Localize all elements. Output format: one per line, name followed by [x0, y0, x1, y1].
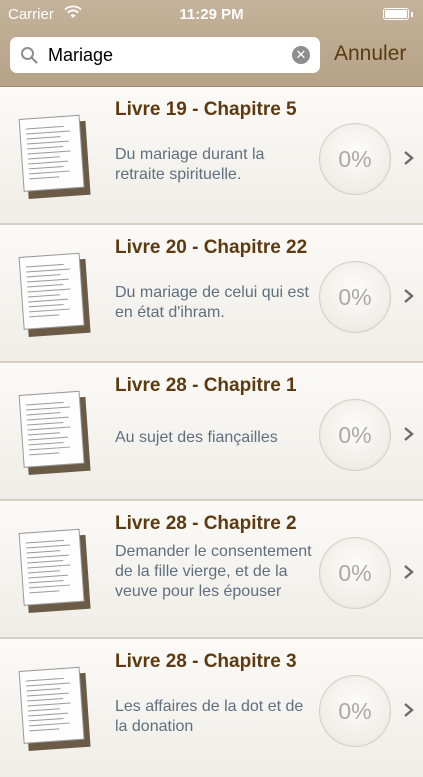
item-title: Livre 20 - Chapitre 22 — [115, 237, 308, 258]
item-description: Du mariage durant la retraite spirituell… — [115, 146, 265, 183]
clear-search-icon[interactable]: ✕ — [292, 46, 310, 64]
list-item[interactable]: Livre 28 - Chapitre 1 Au sujet des fianç… — [0, 363, 423, 501]
chevron-right-icon — [404, 151, 414, 165]
item-description: Du mariage de celui qui est en état d'ih… — [115, 284, 309, 321]
progress-indicator: 0% — [319, 123, 391, 195]
list-item[interactable]: Livre 19 - Chapitre 5 Du mariage durant … — [0, 87, 423, 225]
status-time: 11:29 PM — [179, 6, 244, 23]
document-icon — [18, 528, 91, 613]
document-icon — [18, 252, 91, 337]
results-list: Livre 19 - Chapitre 5 Du mariage durant … — [0, 87, 423, 777]
list-item[interactable]: Livre 20 - Chapitre 22 Du mariage de cel… — [0, 225, 423, 363]
progress-indicator: 0% — [319, 537, 391, 609]
document-icon — [18, 114, 91, 199]
item-description: Demander le consentement de la fille vie… — [115, 543, 312, 600]
chevron-right-icon — [404, 703, 414, 717]
item-title: Livre 28 - Chapitre 1 — [115, 375, 297, 396]
search-header: Carrier 11:29 PM Mariage ✕ Annuler — [0, 0, 423, 87]
chevron-right-icon — [404, 289, 414, 303]
search-icon — [21, 47, 38, 64]
item-title: Livre 28 - Chapitre 2 — [115, 513, 297, 534]
item-title: Livre 19 - Chapitre 5 — [115, 99, 297, 120]
item-description: Au sujet des fiançailles — [115, 429, 278, 446]
battery-tip — [411, 12, 413, 17]
cancel-button[interactable]: Annuler — [334, 42, 406, 66]
battery-icon — [383, 8, 409, 20]
item-title: Livre 28 - Chapitre 3 — [115, 651, 297, 672]
list-item[interactable]: Livre 28 - Chapitre 2 Demander le consen… — [0, 501, 423, 639]
search-input[interactable]: Mariage — [48, 45, 113, 66]
progress-indicator: 0% — [319, 675, 391, 747]
document-icon — [18, 390, 91, 475]
chevron-right-icon — [404, 427, 414, 441]
status-bar: Carrier 11:29 PM — [0, 0, 423, 30]
document-icon — [18, 666, 91, 751]
item-description: Les affaires de la dot et de la donation — [115, 698, 304, 735]
progress-indicator: 0% — [319, 261, 391, 333]
list-item[interactable]: Livre 28 - Chapitre 3 Les affaires de la… — [0, 639, 423, 777]
chevron-right-icon — [404, 565, 414, 579]
progress-indicator: 0% — [319, 399, 391, 471]
search-field[interactable]: Mariage ✕ — [10, 37, 320, 73]
